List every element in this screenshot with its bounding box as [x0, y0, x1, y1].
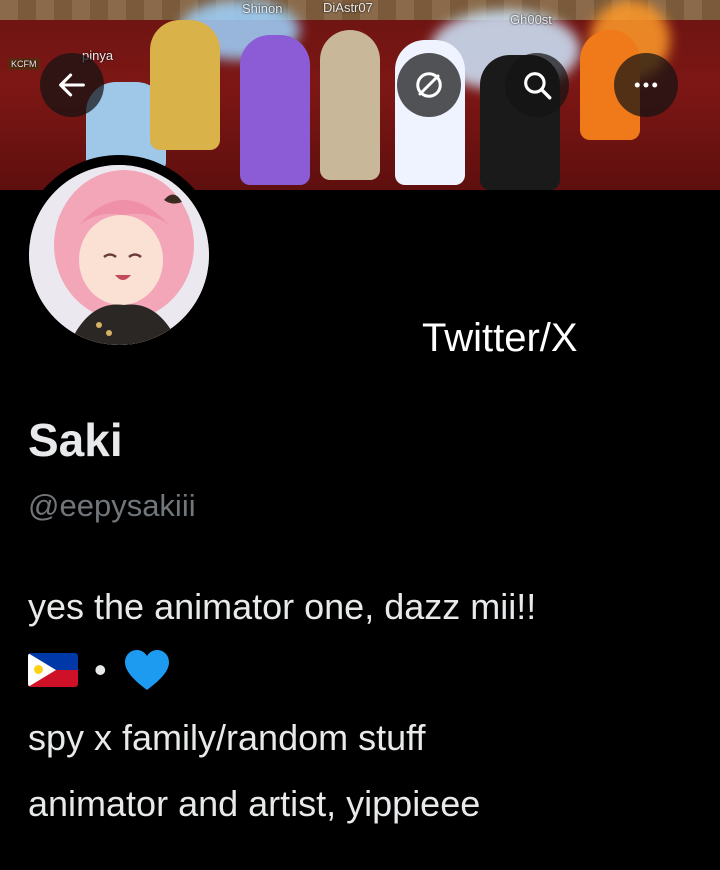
bio-line: spy x family/random stuff	[28, 717, 426, 758]
banner-username: Shinon	[242, 1, 283, 16]
banner-avatar-figure	[240, 35, 310, 185]
user-handle: @eepysakiii	[28, 488, 196, 523]
philippines-flag-icon	[28, 653, 78, 687]
arrow-left-icon	[59, 73, 85, 97]
banner-username: DiAstr07	[323, 0, 373, 15]
search-button[interactable]	[505, 53, 569, 117]
more-button[interactable]	[614, 53, 678, 117]
bio-line: yes the animator one, dazz mii!!	[28, 586, 537, 627]
bio-separator: •	[94, 649, 107, 690]
avatar-image	[29, 165, 209, 345]
search-icon	[524, 72, 552, 100]
back-button[interactable]	[40, 53, 104, 117]
more-horizontal-icon	[634, 82, 658, 88]
display-name: Saki	[28, 414, 123, 466]
caption-text: Twitter/X	[422, 316, 578, 360]
banner-avatar-figure	[320, 30, 380, 180]
banner-username: KCFM	[8, 58, 40, 70]
blue-heart-icon	[124, 650, 169, 690]
banner-avatar-figure	[150, 20, 220, 150]
block-button[interactable]	[397, 53, 461, 117]
no-symbol-icon	[416, 72, 442, 98]
bio-emoji-line: •	[28, 648, 171, 692]
profile-avatar[interactable]	[19, 155, 219, 355]
anime-girl-avatar-icon	[29, 165, 209, 345]
banner-username: Gh00st	[510, 12, 552, 27]
bio-line: animator and artist, yippieee	[28, 783, 481, 824]
